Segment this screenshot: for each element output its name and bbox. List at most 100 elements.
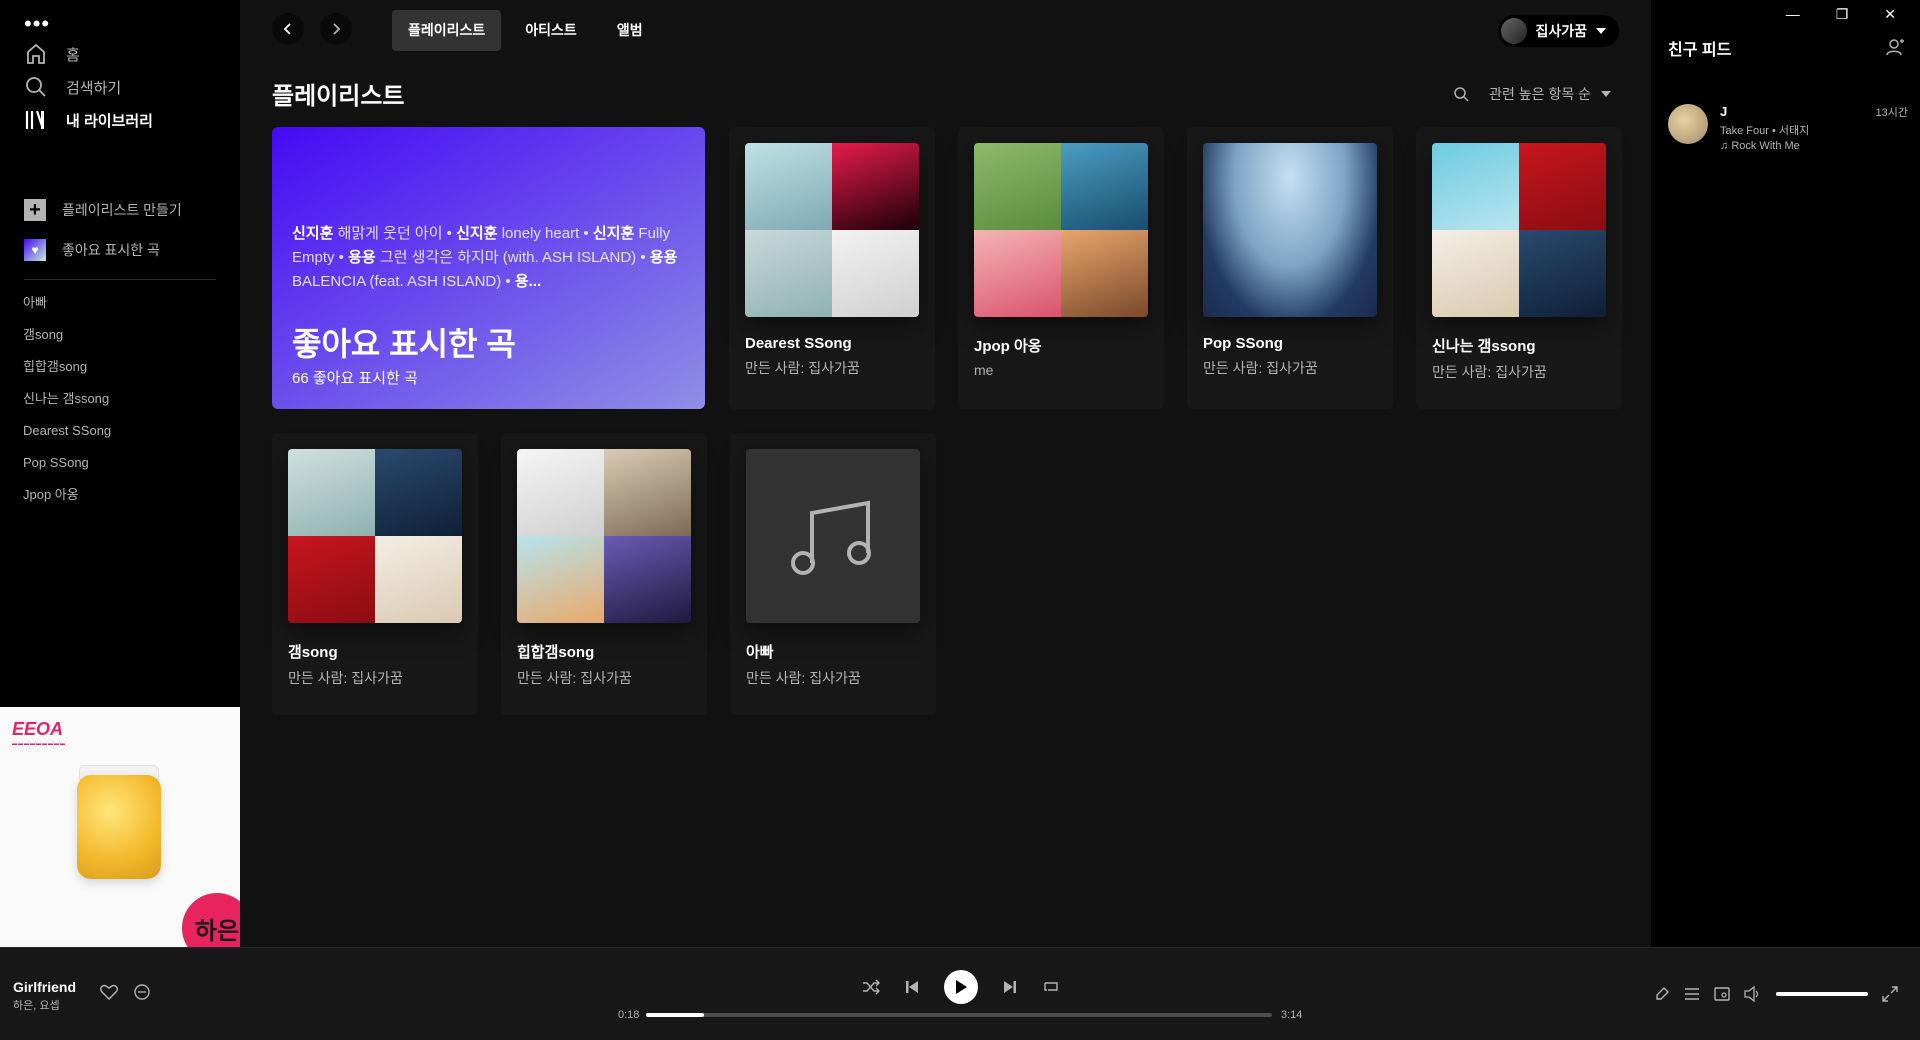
friend-feed-title: 친구 피드 <box>1668 42 1732 59</box>
caret-down-icon <box>1596 28 1606 34</box>
snippet-song: 해맑게 웃던 아이 <box>337 225 443 242</box>
sort-dropdown[interactable]: 관련 높은 항목 순 <box>1489 84 1611 104</box>
forward-button[interactable] <box>320 13 352 45</box>
create-playlist-label: 플레이리스트 만들기 <box>62 202 182 218</box>
restore-icon[interactable]: ❐ <box>1836 6 1849 23</box>
progress-bar-fill <box>646 1013 705 1017</box>
cover-badge: 하은 <box>182 893 240 947</box>
now-playing-title[interactable]: Girlfriend <box>13 979 76 995</box>
snippet-artist: 용용 <box>348 249 376 266</box>
playlist-card-subtitle: 만든 사람: 집사가꿈 <box>1203 360 1318 376</box>
shuffle-icon[interactable] <box>862 979 880 995</box>
playlist-card[interactable]: 갬song 만든 사람: 집사가꿈 <box>272 433 478 715</box>
user-menu-button[interactable]: 집사가꿈 <box>1498 15 1619 47</box>
playlist-cover-art <box>517 449 691 623</box>
playlist-card-title: 아빠 <box>746 644 774 661</box>
heart-icon[interactable] <box>100 984 118 1000</box>
library-tabs: 플레이리스트 아티스트 앨범 <box>392 10 659 51</box>
now-playing-cover-art[interactable]: EEOA ▬▬▬▬▬▬▬▬▬ 하은 <box>0 707 240 947</box>
search-icon[interactable] <box>1453 86 1469 102</box>
snippet-song: BALENCIA (feat. ASH ISLAND) <box>292 273 502 290</box>
liked-songs-snippet: 신지훈 해맑게 웃던 아이 • 신지훈 lonely heart • 신지훈 F… <box>292 225 678 290</box>
previous-icon[interactable] <box>904 979 920 995</box>
queue-icon[interactable] <box>1684 986 1700 1002</box>
close-icon[interactable]: ✕ <box>1884 6 1896 23</box>
volume-slider[interactable] <box>1776 992 1868 996</box>
main-content: 플레이리스트 아티스트 앨범 집사가꿈 플레이리스트 관련 높은 항목 순 신지… <box>240 0 1651 947</box>
friend-time: 13시간 <box>1875 107 1908 119</box>
sidebar-playlist-item[interactable]: 아빠 <box>23 290 111 322</box>
nav-library[interactable]: 내 라이브러리 <box>24 105 153 135</box>
nav-search[interactable]: 검색하기 <box>24 72 121 102</box>
snippet-artist: 신지훈 <box>592 225 635 242</box>
sidebar-playlist-item[interactable]: 신나는 갬ssong <box>23 386 111 418</box>
add-friend-icon[interactable] <box>1886 38 1904 56</box>
playlist-card-subtitle: 만든 사람: 집사가꿈 <box>746 670 861 686</box>
sort-label: 관련 높은 항목 순 <box>1489 86 1591 102</box>
chevron-right-icon <box>333 23 341 35</box>
sidebar-playlist-item[interactable]: 힙합갬song <box>23 354 111 386</box>
nav-search-label: 검색하기 <box>66 79 122 97</box>
playlist-card[interactable]: 힙합갬song 만든 사람: 집사가꿈 <box>501 433 707 715</box>
cover-logo-sub: ▬▬▬▬▬▬▬▬▬ <box>12 741 66 747</box>
playlist-card-title: 힙합갬song <box>517 644 595 661</box>
tab-albums[interactable]: 앨범 <box>601 10 659 51</box>
playlist-card[interactable]: Jpop 아옹 me <box>958 127 1164 409</box>
cover-logo: EEOA <box>12 719 64 739</box>
playlist-card[interactable]: Dearest SSong 만든 사람: 집사가꿈 <box>729 127 935 409</box>
history-nav <box>272 13 352 45</box>
liked-songs-title: 좋아요 표시한 곡 <box>292 326 516 362</box>
snippet-artist: 용... <box>514 273 542 290</box>
elapsed-time: 0:18 <box>618 1009 640 1021</box>
playlist-cover-art <box>1203 143 1377 317</box>
volume-slider-fill <box>1776 992 1868 996</box>
honey-jar <box>77 775 161 879</box>
tab-playlists[interactable]: 플레이리스트 <box>392 10 502 51</box>
page-title: 플레이리스트 <box>272 83 405 110</box>
now-playing-artist[interactable]: 하은, 요셉 <box>13 997 60 1013</box>
snippet-artist: 신지훈 <box>292 225 334 242</box>
friend-activity-panel: — ❐ ✕ 친구 피드 J 13시간 Take Four • 서태지 ♫ Roc… <box>1651 0 1920 947</box>
playlist-card-subtitle: me <box>974 362 994 378</box>
playlist-card-subtitle: 만든 사람: 집사가꿈 <box>745 360 860 376</box>
progress-bar[interactable] <box>646 1013 1272 1017</box>
back-button[interactable] <box>272 13 304 45</box>
playlist-card[interactable]: Pop SSong 만든 사람: 집사가꿈 <box>1187 127 1393 409</box>
sidebar: ••• 홈 검색하기 내 라이브러리 + 플레이리스트 만들기 ♥ 좋아요 표시… <box>0 0 240 947</box>
sidebar-divider <box>24 279 216 280</box>
more-menu-icon[interactable]: ••• <box>24 13 50 35</box>
playlist-card[interactable]: 신나는 갬ssong 만든 사람: 집사가꿈 <box>1416 127 1622 409</box>
tab-artists[interactable]: 아티스트 <box>509 10 593 51</box>
microphone-icon[interactable] <box>1654 986 1670 1002</box>
playlist-card[interactable]: 아빠 만든 사람: 집사가꿈 <box>730 433 936 715</box>
devices-icon[interactable] <box>1714 986 1730 1002</box>
nav-home[interactable]: 홈 <box>24 39 80 69</box>
block-icon[interactable] <box>134 984 150 1000</box>
now-playing-actions <box>100 984 150 1000</box>
minimize-icon[interactable]: — <box>1786 6 1800 23</box>
playlist-cover-art <box>288 449 462 623</box>
sidebar-playlist-item[interactable]: Pop SSong <box>23 450 111 482</box>
create-playlist-button[interactable]: + 플레이리스트 만들기 <box>24 199 182 221</box>
play-button[interactable] <box>944 970 978 1004</box>
fullscreen-icon[interactable] <box>1882 986 1898 1002</box>
sidebar-playlist-item[interactable]: Jpop 아옹 <box>23 482 111 514</box>
volume-icon[interactable] <box>1744 986 1762 1002</box>
sidebar-playlist-item[interactable]: 갬song <box>23 322 111 354</box>
friend-track: Take Four • 서태지 <box>1720 125 1810 137</box>
liked-songs-label: 좋아요 표시한 곡 <box>62 242 160 258</box>
friend-source-label: Rock With Me <box>1731 140 1800 152</box>
sidebar-playlist-item[interactable]: Dearest SSong <box>23 418 111 450</box>
liked-songs-count: 66 좋아요 표시한 곡 <box>292 370 418 387</box>
music-note-icon <box>791 500 871 575</box>
caret-down-icon <box>1601 91 1611 97</box>
liked-songs-card[interactable]: 신지훈 해맑게 웃던 아이 • 신지훈 lonely heart • 신지훈 F… <box>272 127 705 409</box>
liked-songs-button[interactable]: ♥ 좋아요 표시한 곡 <box>24 239 160 261</box>
repeat-icon[interactable] <box>1042 979 1060 995</box>
duration-time: 3:14 <box>1281 1009 1303 1021</box>
next-icon[interactable] <box>1002 979 1018 995</box>
playback-controls <box>862 970 1060 1004</box>
plus-icon: + <box>24 199 46 221</box>
window-controls: — ❐ ✕ <box>1786 6 1896 23</box>
nav-home-label: 홈 <box>66 46 80 64</box>
